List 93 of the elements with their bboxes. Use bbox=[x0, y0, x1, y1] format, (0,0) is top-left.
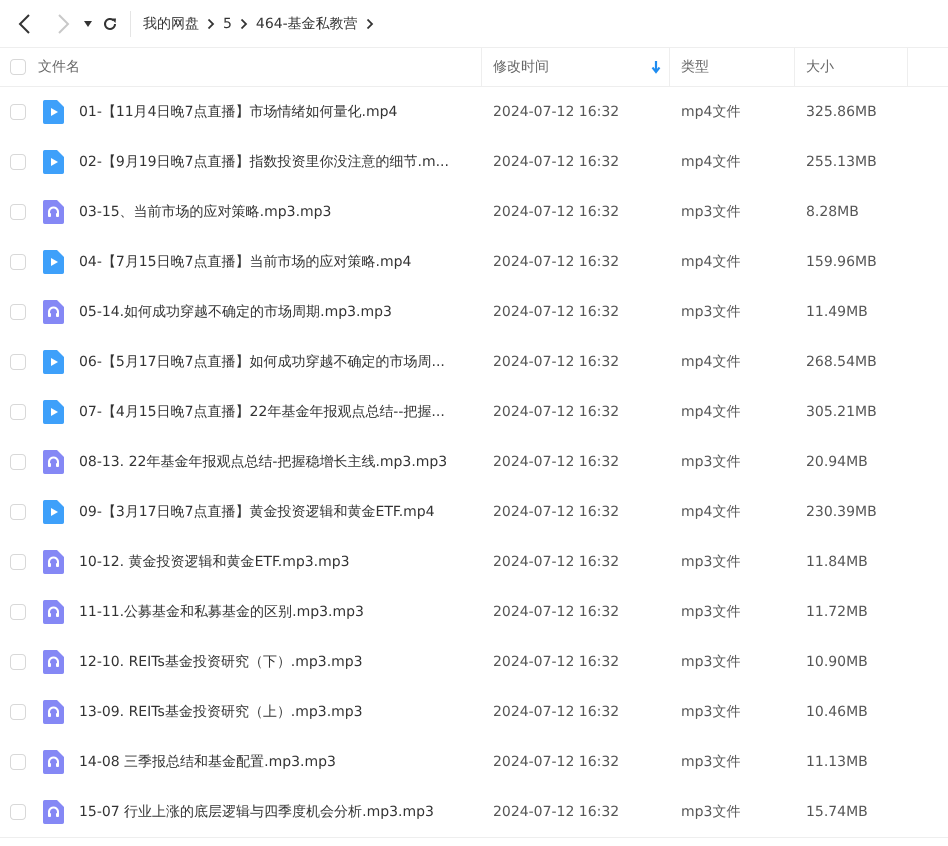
file-name[interactable]: 11-11.公募基金和私募基金的区别.mp3.mp3 bbox=[74, 603, 482, 621]
file-type: mp3文件 bbox=[680, 603, 742, 621]
modified-time: 2024-07-12 16:32 bbox=[492, 254, 620, 270]
checkbox[interactable] bbox=[10, 554, 26, 570]
chevron-icon bbox=[366, 18, 374, 30]
file-name[interactable]: 15-07 行业上涨的底层逻辑与四季度机会分析.mp3.mp3 bbox=[74, 803, 482, 821]
file-type: mp3文件 bbox=[680, 453, 742, 471]
file-size: 10.46MB bbox=[805, 704, 869, 720]
file-size: 255.13MB bbox=[805, 154, 878, 170]
file-size: 305.21MB bbox=[805, 404, 878, 420]
file-name[interactable]: 04-【7月15日晚7点直播】当前市场的应对策略.mp4 bbox=[74, 253, 482, 271]
file-type: mp4文件 bbox=[680, 503, 742, 521]
header-cell[interactable]: 大小 bbox=[795, 48, 908, 86]
file-type: mp3文件 bbox=[680, 303, 742, 321]
modified-time: 2024-07-12 16:32 bbox=[492, 754, 620, 770]
header-cell[interactable]: 类型 bbox=[670, 48, 795, 86]
checkbox[interactable] bbox=[10, 654, 26, 670]
column-label: 类型 bbox=[681, 58, 709, 76]
file-size: 268.54MB bbox=[805, 354, 878, 370]
file-name[interactable]: 13-09. REITs基金投资研究（上）.mp3.mp3 bbox=[74, 703, 482, 721]
breadcrumb-link[interactable]: 5 bbox=[223, 16, 232, 32]
column-label: 文件名 bbox=[38, 58, 80, 76]
checkbox[interactable] bbox=[10, 304, 26, 320]
header-cell[interactable]: 文件名 bbox=[38, 48, 482, 86]
file-type: mp4文件 bbox=[680, 403, 742, 421]
checkbox[interactable] bbox=[10, 204, 26, 220]
file-name[interactable]: 02-【9月19日晚7点直播】指数投资里你没注意的细节.m... bbox=[74, 153, 482, 171]
checkbox[interactable] bbox=[10, 604, 26, 620]
modified-time: 2024-07-12 16:32 bbox=[492, 404, 620, 420]
file-name[interactable]: 03-15、当前市场的应对策略.mp3.mp3 bbox=[74, 203, 482, 221]
chevron-icon bbox=[207, 18, 215, 30]
file-name[interactable]: 06-【5月17日晚7点直播】如何成功穿越不确定的市场周... bbox=[74, 353, 482, 371]
file-type: mp3文件 bbox=[680, 553, 742, 571]
file-type: mp4文件 bbox=[680, 253, 742, 271]
file-size: 20.94MB bbox=[805, 454, 869, 470]
header-cell[interactable]: 修改时间 bbox=[482, 48, 670, 86]
breadcrumb-link[interactable]: 464-基金私教营 bbox=[256, 14, 358, 32]
column-label: 大小 bbox=[806, 58, 834, 76]
file-size: 11.13MB bbox=[805, 754, 869, 770]
file-size: 11.84MB bbox=[805, 554, 869, 570]
file-size: 8.28MB bbox=[805, 204, 860, 220]
checkbox[interactable] bbox=[10, 404, 26, 420]
modified-time: 2024-07-12 16:32 bbox=[492, 204, 620, 220]
checkbox[interactable] bbox=[10, 754, 26, 770]
file-size: 11.49MB bbox=[805, 304, 869, 320]
modified-time: 2024-07-12 16:32 bbox=[492, 304, 620, 320]
file-name[interactable]: 09-【3月17日晚7点直播】黄金投资逻辑和黄金ETF.mp4 bbox=[74, 503, 482, 521]
file-name[interactable]: 01-【11月4日晚7点直播】市场情绪如何量化.mp4 bbox=[74, 103, 482, 121]
modified-time: 2024-07-12 16:32 bbox=[492, 804, 620, 820]
modified-time: 2024-07-12 16:32 bbox=[492, 154, 620, 170]
dropdown-icon[interactable] bbox=[84, 20, 92, 26]
file-type: mp3文件 bbox=[680, 653, 742, 671]
modified-time: 2024-07-12 16:32 bbox=[492, 104, 620, 120]
file-type: mp4文件 bbox=[680, 353, 742, 371]
modified-time: 2024-07-12 16:32 bbox=[492, 354, 620, 370]
file-type: mp3文件 bbox=[680, 753, 742, 771]
file-name[interactable]: 08-13. 22年基金年报观点总结-把握稳增长主线.mp3.mp3 bbox=[74, 453, 482, 471]
file-size: 10.90MB bbox=[805, 654, 869, 670]
file-type: mp3文件 bbox=[680, 803, 742, 821]
file-type: mp3文件 bbox=[680, 703, 742, 721]
file-size: 15.74MB bbox=[805, 804, 869, 820]
chevron-icon bbox=[240, 18, 248, 30]
file-size: 11.72MB bbox=[805, 604, 869, 620]
file-name[interactable]: 05-14.如何成功穿越不确定的市场周期.mp3.mp3 bbox=[74, 303, 482, 321]
column-label: 修改时间 bbox=[493, 58, 549, 76]
file-type: mp3文件 bbox=[680, 203, 742, 221]
checkbox[interactable] bbox=[10, 59, 26, 75]
modified-time: 2024-07-12 16:32 bbox=[492, 654, 620, 670]
file-type: mp4文件 bbox=[680, 153, 742, 171]
file-name[interactable]: 14-08 三季报总结和基金配置.mp3.mp3 bbox=[74, 753, 482, 771]
file-type: mp4文件 bbox=[680, 103, 742, 121]
checkbox[interactable] bbox=[10, 704, 26, 720]
file-size: 325.86MB bbox=[805, 104, 878, 120]
modified-time: 2024-07-12 16:32 bbox=[492, 554, 620, 570]
checkbox[interactable] bbox=[10, 154, 26, 170]
modified-time: 2024-07-12 16:32 bbox=[492, 454, 620, 470]
checkbox[interactable] bbox=[10, 104, 26, 120]
file-size: 159.96MB bbox=[805, 254, 878, 270]
refresh-icon[interactable] bbox=[102, 16, 118, 32]
file-name[interactable]: 10-12. 黄金投资逻辑和黄金ETF.mp3.mp3 bbox=[74, 553, 482, 571]
modified-time: 2024-07-12 16:32 bbox=[492, 704, 620, 720]
checkbox[interactable] bbox=[10, 354, 26, 370]
file-name[interactable]: 07-【4月15日晚7点直播】22年基金年报观点总结--把握... bbox=[74, 403, 482, 421]
modified-time: 2024-07-12 16:32 bbox=[492, 504, 620, 520]
checkbox[interactable] bbox=[10, 254, 26, 270]
checkbox[interactable] bbox=[10, 504, 26, 520]
checkbox[interactable] bbox=[10, 454, 26, 470]
sort-arrow-icon[interactable] bbox=[651, 60, 661, 74]
file-name[interactable]: 12-10. REITs基金投资研究（下）.mp3.mp3 bbox=[74, 653, 482, 671]
checkbox[interactable] bbox=[10, 804, 26, 820]
file-size: 230.39MB bbox=[805, 504, 878, 520]
modified-time: 2024-07-12 16:32 bbox=[492, 604, 620, 620]
breadcrumb-link[interactable]: 我的网盘 bbox=[143, 14, 199, 32]
